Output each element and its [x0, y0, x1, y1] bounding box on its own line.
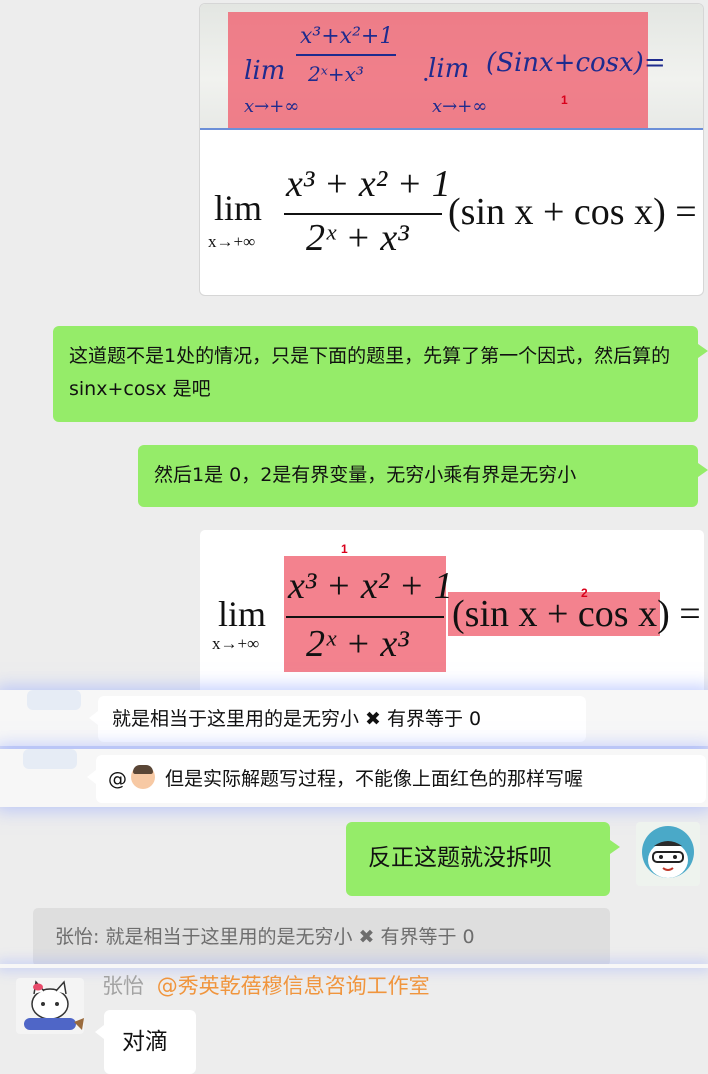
tex-numerator: x³ + x² + 1 [288, 565, 453, 607]
tex-denominator: 2ˣ + x³ [306, 217, 409, 259]
sender-avatar-zhangyi[interactable] [16, 978, 84, 1034]
marker-1: 1 [341, 542, 348, 556]
tex-lim: lim [214, 188, 263, 228]
sender-avatar[interactable] [27, 690, 81, 710]
message-bubble-6[interactable]: 对滴 [95, 1010, 196, 1074]
group-mention[interactable]: @秀英乾蓓穆信息咨询工作室 [157, 974, 430, 998]
hw-lim-2: lim [428, 54, 470, 84]
sender-name[interactable]: 张怡 [102, 974, 144, 998]
hw-sin-cos: (Sinx+cosx)= [486, 48, 666, 78]
image-message-2[interactable]: 1 2 lim x→+∞ x³ + x² + 1 2ˣ + x³ (sin x … [200, 530, 704, 690]
tex-lim-sub: x→+∞ [208, 232, 256, 251]
image-message-1[interactable]: lim x³+x²+1 2ˣ+x³ x→+∞ · lim (Sinx+cosx)… [200, 4, 703, 295]
sender-avatar[interactable] [23, 749, 77, 769]
hw-fraction-bar [296, 54, 396, 56]
hw-sub-2: x→+∞ [432, 96, 488, 117]
tex-fraction-bar [284, 213, 442, 215]
glow-divider [0, 964, 708, 968]
tex-sin-cos: (sin x + cos x) = [452, 593, 701, 635]
cat-avatar-icon [24, 980, 84, 1030]
hw-numerator: x³+x²+1 [300, 24, 394, 49]
message-text-3: 就是相当于这里用的是无穷小 ✖ 有界等于 0 [112, 708, 482, 730]
quoted-text: 张怡: 就是相当于这里用的是无穷小 ✖ 有界等于 0 [55, 926, 475, 948]
message-text-1: 这道题不是1处的情况，只是下面的题里，先算了第一个因式，然后算的 sinx+co… [69, 345, 671, 400]
message-bubble-4[interactable]: @ 但是实际解题写过程，不能像上面红色的那样写喔 [87, 755, 706, 803]
quoted-message[interactable]: 张怡: 就是相当于这里用的是无穷小 ✖ 有界等于 0 [33, 908, 610, 966]
tex-numerator: x³ + x² + 1 [286, 163, 451, 205]
hw-sub-1: x→+∞ [244, 96, 300, 117]
tex-denominator: 2ˣ + x³ [306, 623, 409, 665]
avatar-icon [642, 826, 694, 878]
selected-message-strip-2[interactable]: @ 但是实际解题写过程，不能像上面红色的那样写喔 [0, 749, 708, 807]
message-bubble-5[interactable]: 反正这题就没拆呗 [346, 822, 620, 896]
tex-sin-cos: (sin x + cos x) = [448, 191, 697, 233]
tex-lim: lim [218, 594, 267, 634]
divider-line [200, 128, 703, 130]
message-text-4: 但是实际解题写过程，不能像上面红色的那样写喔 [165, 768, 584, 790]
mention-symbol: @ [108, 768, 127, 790]
message-bubble-2[interactable]: 然后1是 0，2是有界变量，无穷小乘有界是无穷小 [138, 445, 708, 507]
marker-1: 1 [561, 93, 568, 107]
my-avatar[interactable] [636, 822, 700, 886]
selected-message-strip-1[interactable]: 就是相当于这里用的是无穷小 ✖ 有界等于 0 [0, 690, 708, 746]
tex-fraction-bar [286, 616, 444, 618]
hw-denominator: 2ˣ+x³ [308, 62, 364, 86]
message-bubble-3[interactable]: 就是相当于这里用的是无穷小 ✖ 有界等于 0 [89, 696, 586, 742]
message-text-6: 对滴 [122, 1029, 168, 1055]
tex-lim-sub: x→+∞ [212, 634, 260, 653]
hw-lim-1: lim [244, 56, 286, 86]
message-bubble-1[interactable]: 这道题不是1处的情况，只是下面的题里，先算了第一个因式，然后算的 sinx+co… [53, 326, 708, 422]
message-text-5: 反正这题就没拆呗 [368, 845, 552, 871]
boy-emoji-icon [131, 765, 155, 789]
message-text-2: 然后1是 0，2是有界变量，无穷小乘有界是无穷小 [154, 464, 577, 486]
sender-line: 张怡 @秀英乾蓓穆信息咨询工作室 [102, 970, 430, 1002]
